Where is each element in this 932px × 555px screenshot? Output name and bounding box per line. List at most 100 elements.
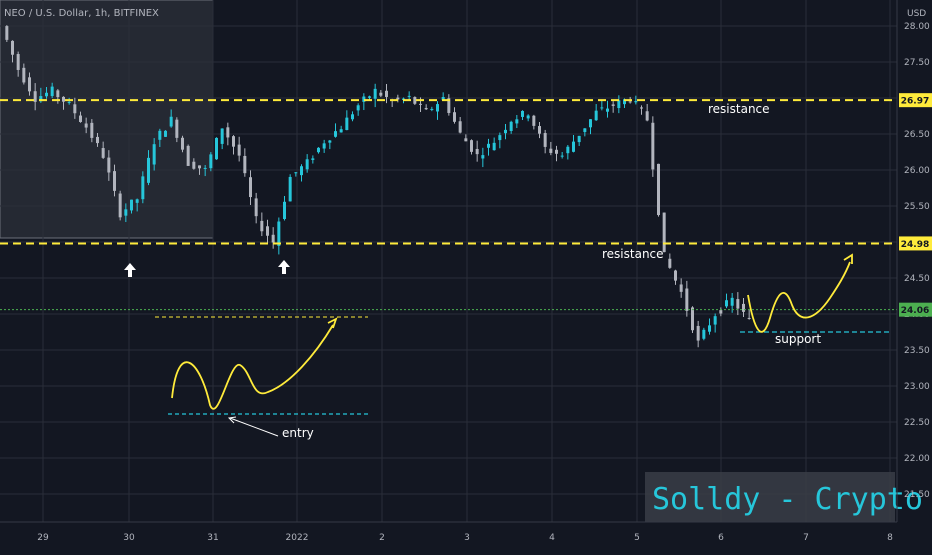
candle-body	[152, 144, 156, 165]
candle-body	[220, 128, 224, 144]
candle-body	[538, 126, 541, 134]
candle-body	[379, 92, 383, 96]
candle-body	[107, 157, 111, 173]
resistance-label-low: resistance	[602, 247, 664, 261]
candle-body	[628, 101, 632, 103]
candle-body	[600, 107, 604, 109]
candle-body	[11, 40, 14, 55]
candle-body	[413, 97, 417, 104]
candle-body	[288, 176, 292, 202]
candle-body	[640, 107, 643, 109]
candle-body	[33, 91, 37, 102]
candle-body	[266, 226, 269, 236]
candle-body	[90, 122, 94, 138]
candle-body	[453, 112, 456, 122]
candle-body	[181, 137, 184, 150]
candle-body	[351, 114, 354, 120]
watermark: Solldy - Crypto for U	[645, 472, 932, 522]
currency-label: USD	[907, 9, 926, 19]
candle-body	[192, 161, 196, 169]
candle-body	[215, 137, 218, 160]
candle-body	[708, 325, 711, 332]
entry-label: entry	[282, 426, 314, 440]
candle-body	[368, 96, 371, 98]
last-price-badge-text: 24.06	[901, 306, 929, 316]
candle-body	[747, 317, 751, 319]
candle-body	[685, 288, 689, 311]
candle-body	[674, 270, 677, 281]
candle-body	[113, 171, 116, 191]
candle-body	[549, 148, 553, 153]
x-tick-label: 7	[803, 533, 809, 543]
candle-body	[470, 140, 473, 152]
candle-body	[498, 135, 502, 141]
candle-body	[594, 110, 598, 121]
candle-body	[67, 101, 71, 103]
candle-body	[736, 299, 740, 309]
x-tick-label: 6	[718, 533, 724, 543]
price-chart[interactable]: NEO / U.S. Dollar, 1h, BITFINEX USD resi…	[0, 0, 932, 550]
candle-body	[277, 221, 281, 246]
candle-body	[175, 119, 179, 138]
candle-body	[260, 220, 264, 232]
candle-body	[436, 104, 439, 112]
candle-body	[617, 100, 621, 109]
candle-body	[5, 26, 9, 40]
candle-body	[577, 135, 581, 143]
candle-body	[555, 149, 558, 154]
candle-body	[186, 145, 190, 166]
candle-body	[742, 303, 745, 312]
candle-body	[458, 121, 462, 133]
candle-body	[158, 130, 162, 140]
candle-body	[543, 133, 547, 147]
candle-body	[243, 155, 247, 174]
candle-body	[62, 96, 65, 102]
y-tick-label: 22.00	[904, 454, 930, 464]
candle-body	[430, 108, 434, 110]
candle-body	[84, 123, 88, 128]
candle-body	[651, 122, 655, 170]
y-tick-label: 26.50	[904, 130, 930, 140]
x-tick-label: 2	[379, 533, 385, 543]
candle-body	[232, 136, 235, 147]
background-layer	[0, 0, 932, 550]
candle-body	[419, 103, 422, 105]
candle-body	[328, 140, 332, 143]
x-tick-label: 30	[123, 533, 135, 543]
y-tick-label: 23.50	[904, 346, 930, 356]
candle-body	[118, 193, 122, 218]
watermark-text: Solldy - Crypto for U	[652, 482, 932, 517]
resistance-label-high: resistance	[708, 102, 770, 116]
symbol-label: NEO / U.S. Dollar, 1h, BITFINEX	[4, 8, 159, 19]
resistance-low-badge-text: 24.98	[901, 240, 929, 250]
candle-body	[237, 144, 241, 156]
candle-body	[702, 329, 706, 339]
support-label: support	[775, 332, 821, 346]
candle-body	[668, 258, 672, 268]
x-tick-label: 5	[634, 533, 640, 543]
candle-body	[124, 209, 128, 216]
x-tick-label: 4	[549, 533, 555, 543]
candle-body	[464, 138, 468, 142]
candle-body	[345, 117, 349, 131]
candle-body	[492, 142, 496, 151]
candle-body	[300, 166, 303, 176]
candle-body	[73, 104, 77, 114]
highlight-box	[0, 0, 214, 239]
resistance-high-badge-text: 26.97	[901, 97, 929, 107]
candle-body	[198, 165, 201, 169]
y-tick-label: 27.50	[904, 58, 930, 68]
y-tick-label: 28.00	[904, 22, 930, 32]
candle-body	[317, 147, 320, 153]
candle-body	[515, 119, 519, 124]
candle-body	[322, 143, 326, 149]
x-tick-label: 3	[464, 533, 470, 543]
candle-body	[271, 234, 275, 243]
candle-body	[294, 172, 298, 174]
candle-body	[249, 177, 252, 198]
chart-root: NEO / U.S. Dollar, 1h, BITFINEX USD resi…	[0, 0, 932, 550]
candle-body	[356, 105, 360, 111]
candle-body	[521, 110, 524, 117]
candle-body	[164, 130, 167, 137]
candle-body	[28, 77, 31, 92]
